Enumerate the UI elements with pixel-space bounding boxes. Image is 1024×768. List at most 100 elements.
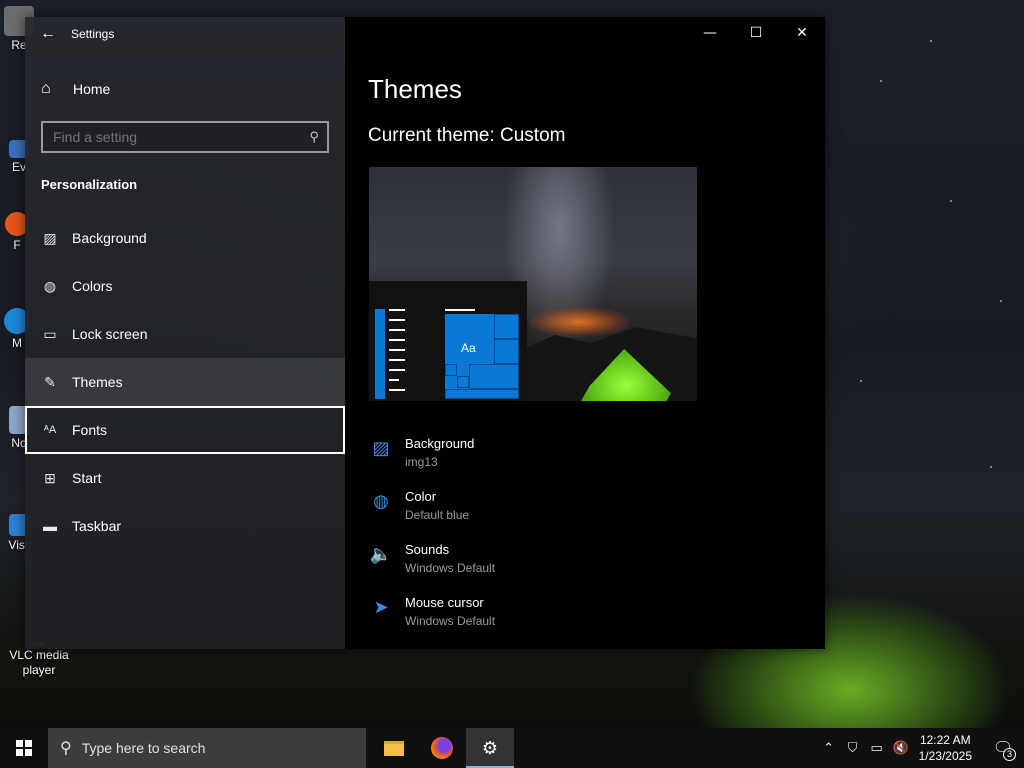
theme-item-value: Default blue <box>405 508 470 522</box>
network-icon[interactable]: ▭ <box>865 740 889 756</box>
taskbar-app-settings[interactable]: ⚙ <box>466 728 514 768</box>
preview-sample-text: Aa <box>461 341 476 355</box>
security-icon[interactable]: ⛉ <box>841 740 865 756</box>
firefox-icon <box>431 737 453 759</box>
nav-label: Themes <box>72 374 123 390</box>
palette-icon: ◍ <box>43 277 57 294</box>
current-theme-label: Current theme: Custom <box>368 125 566 146</box>
personalization-nav: ▨ Background ◍ Colors ▭ Lock screen ✎ Th… <box>25 214 345 550</box>
nav-label: Start <box>72 470 102 486</box>
preview-menu-line <box>389 309 405 311</box>
maximize-button[interactable]: ☐ <box>733 17 779 49</box>
taskbar-app-file-explorer[interactable] <box>370 728 418 768</box>
back-arrow-icon: ← <box>40 25 56 42</box>
preview-start-bar <box>375 309 385 399</box>
settings-window: ← Settings ⌂ Home ⚲ Personalization ▨ Ba… <box>25 17 825 649</box>
home-label: Home <box>73 81 111 97</box>
speaker-icon: 🔈 <box>369 544 393 565</box>
preview-tiles <box>445 314 519 399</box>
fonts-icon: ᴬA <box>43 424 57 436</box>
taskbar: ⚲ Type here to search ⚙ ⌃ ⛉ ▭ 🔇 12:22 AM… <box>0 728 1024 768</box>
close-button[interactable]: ✕ <box>779 17 825 49</box>
theme-item-name: Color <box>405 489 437 504</box>
taskbar-icon: ▬ <box>43 518 57 534</box>
clock-time: 12:22 AM <box>919 733 971 747</box>
nav-item-fonts[interactable]: ᴬA Fonts <box>25 406 345 454</box>
search-icon: ⚲ <box>309 129 319 144</box>
preview-menu-line <box>389 329 405 331</box>
search-icon: ⚲ <box>60 740 72 757</box>
desktop-icon-label: VLC media player <box>9 648 69 677</box>
back-button[interactable]: ← <box>25 17 71 51</box>
nav-item-themes[interactable]: ✎ Themes <box>25 358 345 406</box>
title-bar: ← Settings <box>25 17 345 51</box>
theme-preview: Aa <box>369 167 697 401</box>
nav-item-colors[interactable]: ◍ Colors <box>25 262 345 310</box>
nav-label: Fonts <box>72 422 108 438</box>
nav-label: Colors <box>72 278 113 294</box>
preview-menu-line <box>389 339 405 341</box>
minimize-icon: — <box>703 25 717 41</box>
preview-tile <box>494 314 519 339</box>
image-icon: ▨ <box>43 229 57 246</box>
gear-icon: ⚙ <box>481 737 499 759</box>
nav-label: Taskbar <box>72 518 122 534</box>
preview-tile <box>469 364 519 389</box>
theme-item-name: Sounds <box>405 542 450 557</box>
preview-tile <box>494 339 519 364</box>
preview-menu-line <box>389 319 405 321</box>
nav-label: Lock screen <box>72 326 148 342</box>
window-controls: — ☐ ✕ <box>687 17 825 49</box>
windows-logo-icon <box>16 740 32 756</box>
nav-item-start[interactable]: ⊞ Start <box>25 454 345 502</box>
theme-item-value: Windows Default <box>405 614 496 628</box>
nav-item-background[interactable]: ▨ Background <box>25 214 345 262</box>
home-link[interactable]: ⌂ Home <box>25 67 345 111</box>
preview-start-menu: Aa <box>369 281 527 401</box>
taskbar-search-box[interactable]: ⚲ Type here to search <box>48 728 366 768</box>
page-title: Themes <box>368 74 462 104</box>
start-button[interactable] <box>0 728 48 768</box>
theme-item-sounds[interactable]: 🔈 Sounds Windows Default <box>368 541 495 594</box>
image-icon: ▨ <box>372 438 390 459</box>
clock[interactable]: 12:22 AM 1/23/2025 <box>913 732 982 764</box>
folder-icon <box>384 740 404 756</box>
action-center-button[interactable]: 🗨 3 <box>982 728 1024 768</box>
cursor-icon: ➤ <box>373 597 389 618</box>
app-title: Settings <box>71 27 115 41</box>
find-setting-box[interactable]: ⚲ <box>41 121 329 153</box>
section-title: Personalization <box>41 177 138 192</box>
theme-settings-list: ▨ Background img13 ◍ Color Default blue … <box>368 435 495 647</box>
theme-item-background[interactable]: ▨ Background img13 <box>368 435 495 488</box>
preview-tile <box>457 376 469 388</box>
home-icon: ⌂ <box>41 80 51 97</box>
find-setting-input[interactable] <box>53 129 293 145</box>
notification-count: 3 <box>1003 748 1016 761</box>
taskbar-search-placeholder: Type here to search <box>81 740 206 756</box>
preview-menu-line <box>389 349 405 351</box>
nav-item-taskbar[interactable]: ▬ Taskbar <box>25 502 345 550</box>
preview-tile <box>445 364 457 376</box>
themes-page: — ☐ ✕ Themes Current theme: Custom Aa ▨ … <box>345 17 825 649</box>
minimize-button[interactable]: — <box>687 17 733 49</box>
theme-item-color[interactable]: ◍ Color Default blue <box>368 488 495 541</box>
nav-item-lock-screen[interactable]: ▭ Lock screen <box>25 310 345 358</box>
clock-date: 1/23/2025 <box>918 749 972 763</box>
lock-screen-icon: ▭ <box>43 325 57 342</box>
preview-menu-line <box>389 389 405 391</box>
taskbar-app-firefox[interactable] <box>418 728 466 768</box>
preview-tiles-header <box>445 309 475 311</box>
theme-item-name: Mouse cursor <box>405 595 484 610</box>
maximize-icon: ☐ <box>749 25 763 41</box>
preview-horizon-glow <box>529 307 629 337</box>
theme-item-value: Windows Default <box>405 561 496 575</box>
volume-muted-icon[interactable]: 🔇 <box>889 740 913 756</box>
chevron-up-icon[interactable]: ⌃ <box>817 740 841 756</box>
theme-item-value: img13 <box>405 455 438 469</box>
settings-sidebar: ← Settings ⌂ Home ⚲ Personalization ▨ Ba… <box>25 17 345 649</box>
palette-icon: ◍ <box>373 491 389 512</box>
preview-menu-line <box>389 379 399 381</box>
theme-item-mouse-cursor[interactable]: ➤ Mouse cursor Windows Default <box>368 594 495 647</box>
preview-menu-line <box>389 359 405 361</box>
system-tray: ⌃ ⛉ ▭ 🔇 12:22 AM 1/23/2025 🗨 3 <box>817 728 1024 768</box>
